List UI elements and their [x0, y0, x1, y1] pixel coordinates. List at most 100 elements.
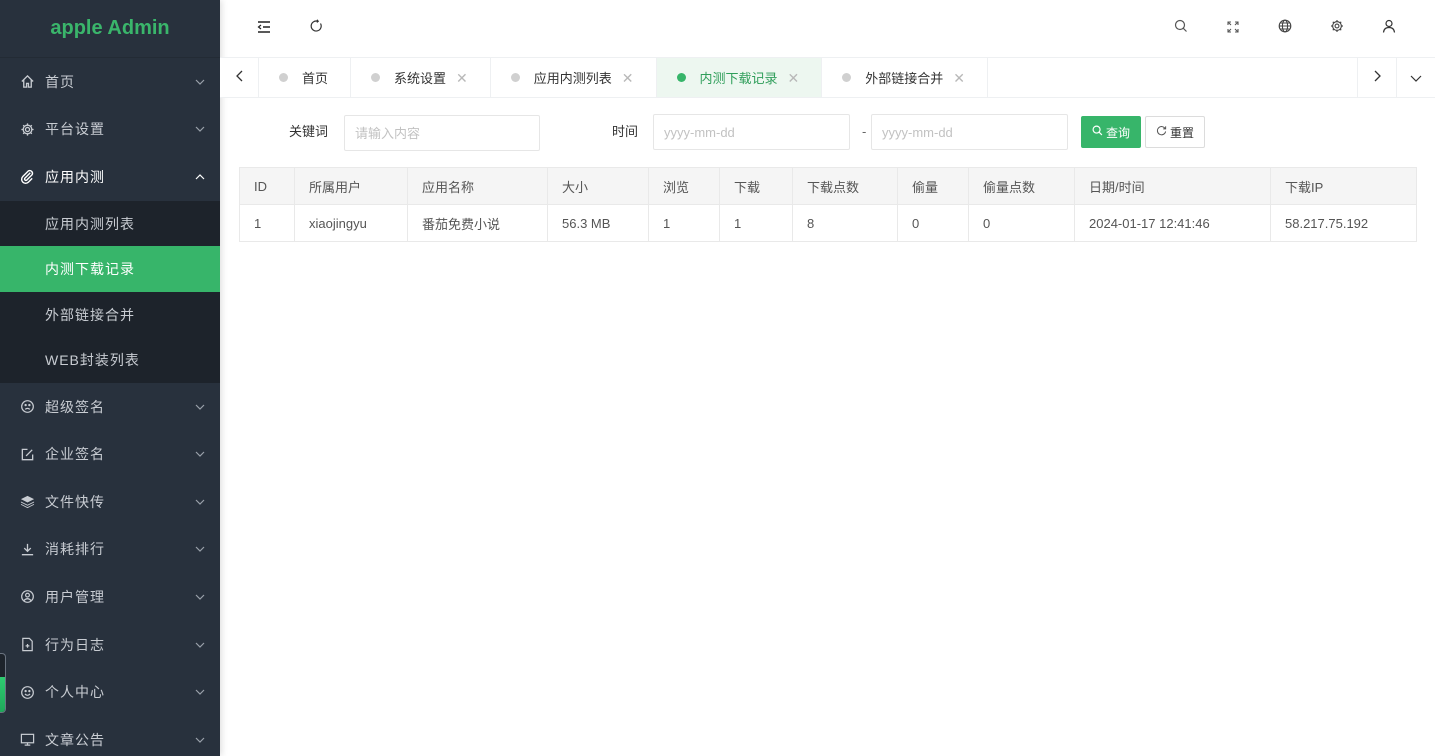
column-header-app-name[interactable]: 应用名称: [407, 167, 548, 205]
submenu-app-beta: 应用内测列表 内测下载记录 外部链接合并 WEB封装列表: [0, 200, 220, 383]
refresh-button[interactable]: [290, 0, 342, 58]
app-root: apple Admin 首页 平台设置 应用内测 应用内测列表 内测下载记录 外…: [0, 0, 1435, 756]
tab-status-dot: [371, 73, 381, 82]
sidebar-item-personal-center[interactable]: 个人中心: [0, 668, 220, 716]
gear-icon: [19, 121, 35, 137]
column-header-size[interactable]: 大小: [547, 167, 649, 205]
chevron-down-icon: [1410, 69, 1422, 87]
table-row[interactable]: 1 xiaojingyu 番茄免费小说 56.3 MB 1 1 8 0 0 20…: [239, 204, 1417, 242]
monitor-icon: [19, 732, 35, 748]
sidebar-item-home[interactable]: 首页: [0, 58, 220, 106]
tab-label: 外部链接合并: [865, 71, 944, 86]
sidebar-subitem-app-beta-list[interactable]: 应用内测列表: [0, 201, 220, 247]
search-icon: [1092, 125, 1103, 139]
sidebar-subitem-web-wrapper-list[interactable]: WEB封装列表: [0, 337, 220, 383]
tabs-scroll-left-button[interactable]: [220, 58, 259, 97]
sidebar-item-label: 文件快传: [45, 493, 105, 510]
column-header-stolen[interactable]: 偷量: [897, 167, 969, 205]
settings-button[interactable]: [1311, 0, 1363, 58]
close-icon[interactable]: ✕: [622, 71, 634, 85]
side-drawer-handle-fill: [0, 677, 5, 712]
tabs-scroll-right-button[interactable]: [1357, 58, 1396, 97]
sidebar-item-platform-settings[interactable]: 平台设置: [0, 106, 220, 154]
keyword-input[interactable]: [344, 115, 540, 151]
sidebar-subitem-external-link-merge[interactable]: 外部链接合并: [0, 292, 220, 338]
cell-app-name: 番茄免费小说: [407, 204, 548, 242]
tab-status-dot: [676, 73, 686, 82]
sidebar-item-label: 应用内测: [45, 168, 105, 185]
close-icon[interactable]: ✕: [788, 71, 800, 85]
cell-downloads: 1: [719, 204, 793, 242]
cell-stolen: 0: [897, 204, 969, 242]
date-range-separator: -: [862, 124, 867, 139]
menu-fold-icon: [257, 20, 271, 38]
reset-button[interactable]: 重置: [1145, 116, 1206, 148]
column-header-owner[interactable]: 所属用户: [294, 167, 408, 205]
reset-button-label: 重置: [1170, 125, 1195, 140]
cell-stolen-points: 0: [968, 204, 1075, 242]
user-icon: [1382, 19, 1396, 38]
search-icon: [1174, 19, 1188, 38]
sidebar-item-app-beta[interactable]: 应用内测: [0, 153, 220, 201]
chevron-down-icon: [194, 401, 206, 413]
sidebar-item-enterprise-signature[interactable]: 企业签名: [0, 430, 220, 478]
close-icon[interactable]: ✕: [456, 71, 468, 85]
sidebar-item-announcements[interactable]: 文章公告: [0, 716, 220, 756]
chevron-down-icon: [194, 123, 206, 135]
chevron-down-icon: [194, 448, 206, 460]
side-drawer-handle[interactable]: [0, 653, 6, 713]
sidebar-item-super-signature[interactable]: 超级签名: [0, 383, 220, 431]
tab-label: 内测下载记录: [699, 71, 778, 86]
tabs-dropdown-button[interactable]: [1396, 58, 1435, 97]
chevron-down-icon: [194, 734, 206, 746]
paperclip-icon: [19, 169, 35, 185]
tab-system-settings[interactable]: 系统设置 ✕: [351, 58, 491, 97]
column-header-id[interactable]: ID: [239, 167, 295, 205]
sidebar-item-consumption-ranking[interactable]: 消耗排行: [0, 526, 220, 574]
chevron-down-icon: [194, 591, 206, 603]
globe-icon: [1278, 19, 1292, 38]
user-menu-button[interactable]: [1363, 0, 1415, 58]
tab-status-dot: [510, 73, 520, 82]
tab-home[interactable]: 首页: [259, 58, 352, 97]
search-button[interactable]: 查询: [1081, 116, 1142, 148]
column-header-download-ip[interactable]: 下载IP: [1270, 167, 1417, 205]
chevron-down-icon: [194, 76, 206, 88]
search-button[interactable]: [1155, 0, 1207, 58]
sidebar-subitem-beta-download-records[interactable]: 内测下载记录: [0, 246, 220, 292]
sidebar-item-behavior-log[interactable]: 行为日志: [0, 621, 220, 669]
sidebar: apple Admin 首页 平台设置 应用内测 应用内测列表 内测下载记录 外…: [0, 0, 220, 756]
column-header-download-points[interactable]: 下载点数: [792, 167, 898, 205]
start-date-input[interactable]: [653, 114, 850, 150]
cell-datetime: 2024-01-17 12:41:46: [1074, 204, 1271, 242]
tab-label: 系统设置: [394, 71, 447, 86]
chevron-left-icon: [235, 69, 243, 87]
column-header-stolen-points[interactable]: 偷量点数: [968, 167, 1075, 205]
end-date-input[interactable]: [871, 114, 1068, 150]
sidebar-item-user-management[interactable]: 用户管理: [0, 573, 220, 621]
tabs-list: 首页 系统设置 ✕ 应用内测列表 ✕ 内测下载记录 ✕ 外部链接合并 ✕: [259, 58, 1357, 97]
edit-icon: [19, 446, 35, 462]
language-button[interactable]: [1259, 0, 1311, 58]
tab-label: 应用内测列表: [533, 71, 612, 86]
sad-face-icon: [19, 399, 35, 415]
download-records-table: ID 所属用户 应用名称 大小 浏览 下载 下载点数 偷量 偷量点数 日期/时间…: [239, 167, 1417, 242]
column-header-datetime[interactable]: 日期/时间: [1074, 167, 1271, 205]
menu-fold-button[interactable]: [238, 0, 290, 58]
column-header-downloads[interactable]: 下载: [719, 167, 793, 205]
column-header-views[interactable]: 浏览: [648, 167, 720, 205]
tab-beta-download-records[interactable]: 内测下载记录 ✕: [656, 58, 823, 97]
sidebar-item-label: 超级签名: [45, 398, 105, 415]
download-records-table-container: ID 所属用户 应用名称 大小 浏览 下载 下载点数 偷量 偷量点数 日期/时间…: [239, 167, 1417, 242]
layers-icon: [19, 494, 35, 510]
refresh-icon: [309, 19, 323, 38]
sidebar-item-file-transfer[interactable]: 文件快传: [0, 478, 220, 526]
tab-app-beta-list[interactable]: 应用内测列表 ✕: [491, 58, 657, 97]
fullscreen-button[interactable]: [1207, 0, 1259, 58]
home-icon: [19, 74, 35, 90]
download-icon: [19, 541, 35, 557]
sidebar-item-label: 企业签名: [45, 446, 105, 463]
smile-face-icon: [19, 684, 35, 700]
close-icon[interactable]: ✕: [953, 71, 965, 85]
tab-external-link-merge[interactable]: 外部链接合并 ✕: [822, 58, 989, 97]
